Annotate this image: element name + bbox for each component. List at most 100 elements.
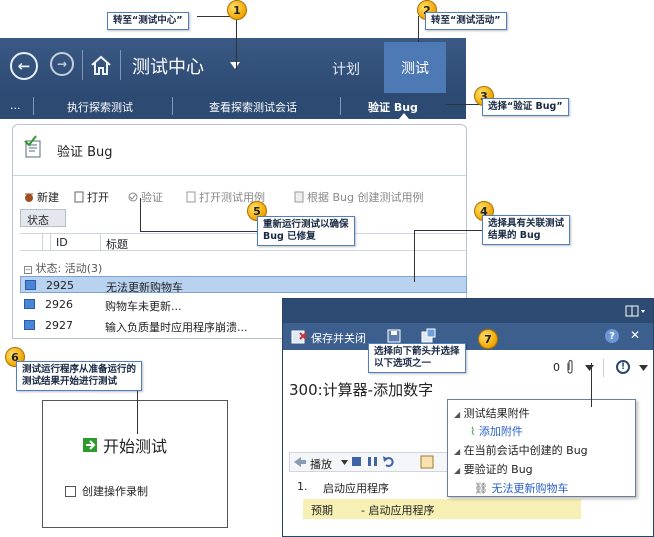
new-button[interactable]: 新建 xyxy=(23,189,59,205)
add-attachment-link[interactable]: ⌇ 添加附件 xyxy=(470,423,523,439)
dock-icon[interactable] xyxy=(625,305,647,317)
divider xyxy=(340,97,341,115)
stop-icon[interactable] xyxy=(352,457,361,466)
explore-tab[interactable]: 执行探索测试 xyxy=(67,99,133,115)
save-close-icon xyxy=(291,330,307,344)
bug-icon xyxy=(24,299,35,309)
bug-icon xyxy=(24,320,35,330)
callout-6: 测试运行程序从准备运行的 测试结果开始进行测试 xyxy=(16,361,143,391)
undo-icon[interactable] xyxy=(383,455,395,468)
table-row[interactable]: 2925 无法更新购物车 xyxy=(20,276,467,294)
verify-bug-icon xyxy=(24,135,41,158)
divider xyxy=(33,97,34,115)
chevron-down-icon[interactable] xyxy=(639,365,648,371)
expand-icon: ◢ xyxy=(454,466,461,475)
callout-4: 选择具有关联测试 结果的 Bug xyxy=(482,215,571,245)
callout-line xyxy=(591,363,592,407)
bug-icon xyxy=(25,280,36,290)
bug-link-label: 无法更新购物车 xyxy=(491,482,569,495)
paperclip-icon[interactable] xyxy=(565,359,575,375)
callout-5-line2: Bug 已修复 xyxy=(263,231,316,242)
group-header[interactable]: − 状态: 活动(3) xyxy=(24,260,102,276)
test-case-title: 300:计算器-添加数字 xyxy=(289,381,434,399)
id-column-header[interactable]: ID xyxy=(56,236,68,249)
chevron-down-icon[interactable] xyxy=(585,365,594,371)
callout-line xyxy=(137,386,138,434)
row-id: 2927 xyxy=(45,319,73,332)
home-icon[interactable] xyxy=(90,54,112,76)
pause-icon[interactable] xyxy=(368,457,377,466)
divider xyxy=(13,175,466,176)
save-close-button[interactable]: 保存并关闭 xyxy=(311,330,366,346)
attachment-count: 0 xyxy=(553,361,560,374)
view-sessions-tab[interactable]: 查看探索测试会话 xyxy=(209,99,297,115)
more-menu[interactable]: ... xyxy=(10,99,21,112)
create-test-case-button[interactable]: 根据 Bug 创建测试用例 xyxy=(293,189,424,205)
verify-bug-tab[interactable]: 验证 Bug xyxy=(368,99,418,115)
link-icon: ⛓ xyxy=(474,482,488,495)
chevron-down-icon[interactable] xyxy=(341,460,348,465)
screenshot-icon[interactable] xyxy=(421,328,437,344)
open-button[interactable]: 打开 xyxy=(73,189,109,205)
step-status-icon[interactable] xyxy=(420,455,434,469)
bug-link[interactable]: ⛓ 无法更新购物车 xyxy=(474,480,568,496)
callout-2: 转至“测试活动” xyxy=(425,12,507,30)
callout-7-line2: 以下选项之一 xyxy=(374,358,432,369)
callout-3: 选择“验证 Bug” xyxy=(482,98,569,116)
back-icon[interactable]: ← xyxy=(10,52,38,80)
divider xyxy=(120,50,121,80)
record-checkbox[interactable]: 创建操作录制 xyxy=(65,483,148,499)
save-icon[interactable] xyxy=(387,329,401,343)
step-number: 1. xyxy=(297,480,308,493)
row-id: 2925 xyxy=(46,279,74,292)
create-test-case-label: 根据 Bug 创建测试用例 xyxy=(307,191,424,204)
callout-4-line2: 结果的 Bug xyxy=(488,230,541,241)
help-icon[interactable]: ? xyxy=(605,329,619,343)
tab-test[interactable]: 测试 xyxy=(384,42,446,93)
section-label: 要验证的 Bug xyxy=(463,463,533,476)
callout-7: 选择向下箭头并选择 以下选项之一 xyxy=(368,343,466,373)
play-button[interactable]: 播放 xyxy=(310,456,332,472)
expected-label: 预期 xyxy=(311,504,333,517)
expected-result: 预期 - 启动应用程序 xyxy=(303,499,581,519)
test-case-icon xyxy=(186,191,196,203)
divider xyxy=(603,359,604,377)
callout-badge-1: 1 xyxy=(227,0,247,20)
callout-6-line2: 测试结果开始进行测试 xyxy=(22,376,118,387)
tab-plan[interactable]: 计划 xyxy=(332,59,360,79)
expand-icon: ◢ xyxy=(454,447,461,456)
divider xyxy=(50,234,51,250)
verify-label: 验证 xyxy=(141,191,163,204)
forward-icon[interactable]: → xyxy=(50,52,74,76)
callout-badge-7: 7 xyxy=(478,329,498,349)
dropdown-section-session-bugs[interactable]: ◢ 在当前会话中创建的 Bug xyxy=(454,442,588,458)
callout-6-line1: 测试运行程序从准备运行的 xyxy=(22,364,137,375)
new-label: 新建 xyxy=(37,191,59,204)
column-header-row: ID 标题 xyxy=(20,233,467,251)
verify-button[interactable]: 验证 xyxy=(127,189,163,205)
info-icon[interactable]: ! xyxy=(616,360,630,374)
runner-toolbar: 保存并关闭 ? ✕ xyxy=(283,323,653,350)
state-column-chip[interactable]: 状态 xyxy=(20,209,66,227)
row-id: 2926 xyxy=(45,298,73,311)
expected-text: - 启动应用程序 xyxy=(361,504,435,517)
chevron-down-icon[interactable] xyxy=(230,62,240,69)
start-test-label: 开始测试 xyxy=(103,437,168,456)
callout-4-line1: 选择具有关联测试 xyxy=(488,218,565,229)
verify-icon xyxy=(128,192,138,202)
callout-7-line1: 选择向下箭头并选择 xyxy=(374,346,460,357)
close-icon[interactable]: ✕ xyxy=(630,328,640,342)
section-label: 测试结果附件 xyxy=(463,407,530,420)
collapse-icon[interactable]: − xyxy=(24,266,32,274)
dropdown-section-attachments[interactable]: ◢ 测试结果附件 xyxy=(454,405,530,421)
divider xyxy=(82,50,83,80)
divider xyxy=(172,97,173,115)
start-test-button[interactable]: 开始测试 xyxy=(83,433,167,457)
hub-title[interactable]: 测试中心 xyxy=(132,53,204,79)
panel-title: 验证 Bug xyxy=(57,145,113,160)
active-indicator-icon xyxy=(399,113,409,119)
checkbox-icon[interactable] xyxy=(65,485,76,497)
title-column-header[interactable]: 标题 xyxy=(106,236,128,252)
open-icon xyxy=(74,191,84,203)
dropdown-section-verify-bugs[interactable]: ◢ 要验证的 Bug xyxy=(454,461,533,477)
